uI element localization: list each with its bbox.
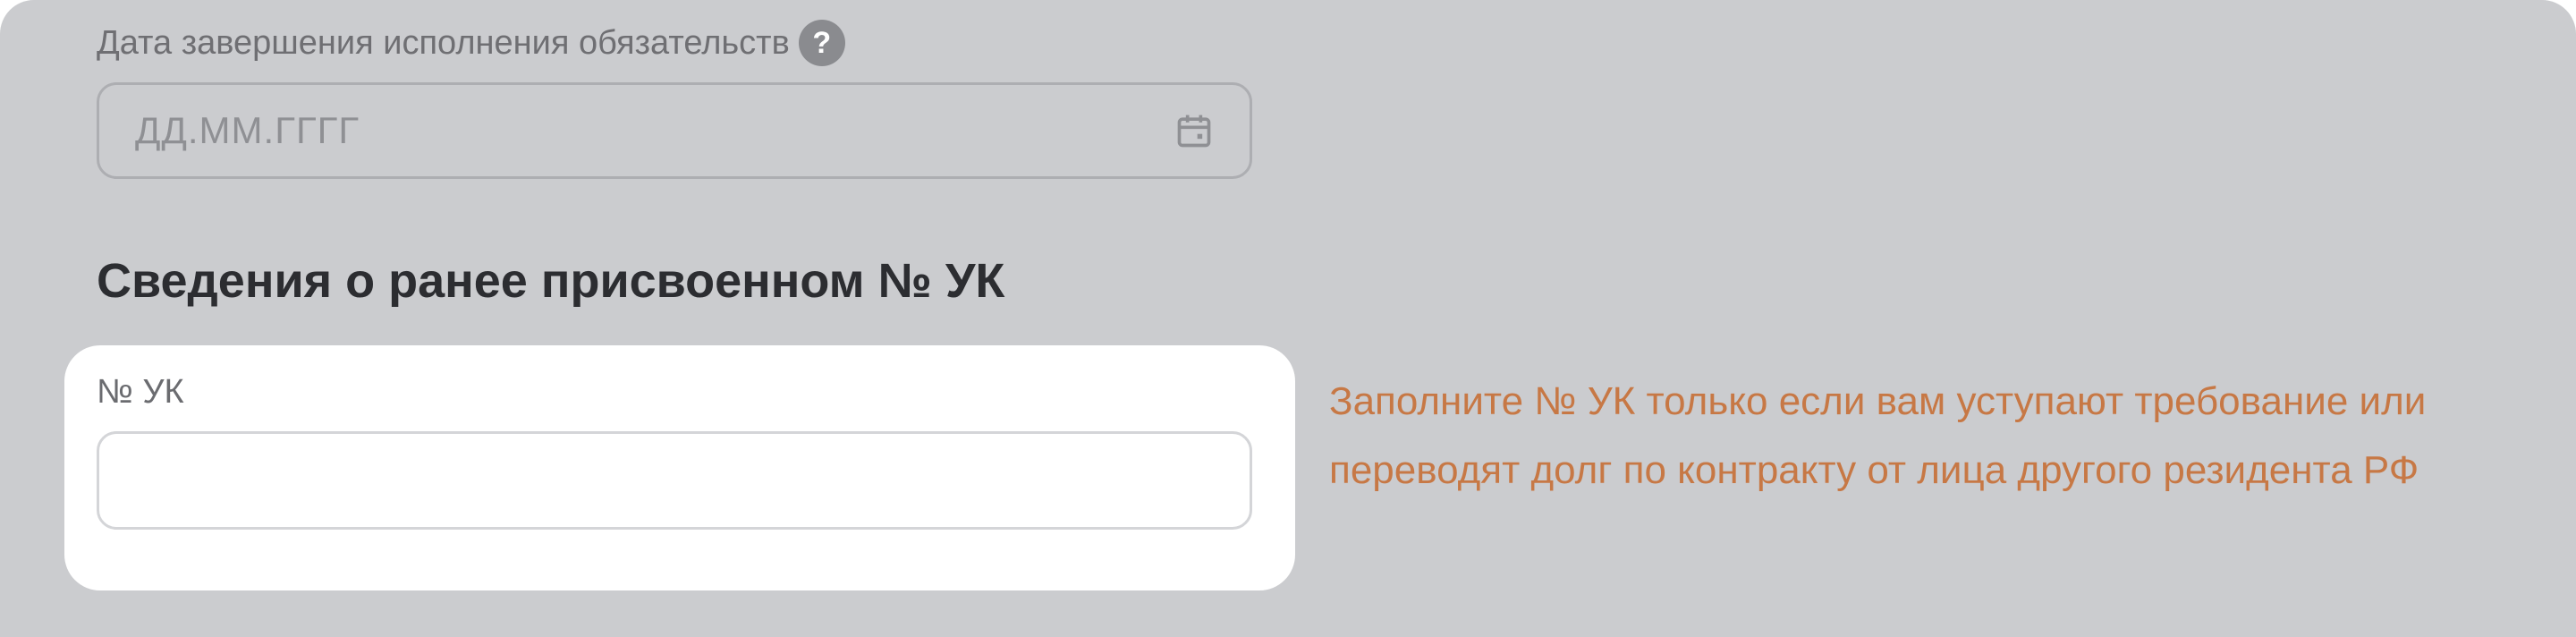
uk-number-label: № УК — [97, 373, 184, 411]
form-panel: Дата завершения исполнения обязательств … — [0, 0, 2576, 637]
uk-number-card: № УК — [64, 345, 1295, 590]
uk-number-hint: Заполните № УК только если вам уступают … — [1329, 379, 2427, 492]
help-icon[interactable]: ? — [798, 20, 845, 66]
completion-date-field[interactable]: ДД.ММ.ГГГГ — [97, 82, 1252, 179]
completion-date-label-row: Дата завершения исполнения обязательств … — [97, 20, 845, 66]
completion-date-label: Дата завершения исполнения обязательств — [97, 23, 790, 62]
date-placeholder: ДД.ММ.ГГГГ — [135, 109, 360, 151]
uk-number-input[interactable] — [97, 431, 1252, 530]
calendar-icon[interactable] — [1174, 111, 1214, 150]
section-title: Сведения о ранее присвоенном № УК — [97, 254, 1005, 308]
